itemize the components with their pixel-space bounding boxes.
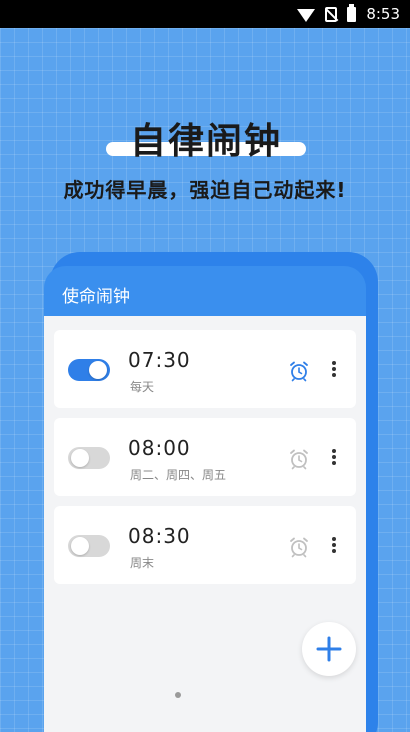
alarm-toggle[interactable] xyxy=(68,535,110,557)
alarm-toggle[interactable] xyxy=(68,447,110,469)
page-indicator-dot xyxy=(175,692,181,698)
toggle-knob xyxy=(71,449,89,467)
more-options-icon[interactable] xyxy=(324,446,344,468)
alarm-clock-icon[interactable] xyxy=(288,360,310,382)
status-time: 8:53 xyxy=(366,5,400,23)
alarm-card[interactable]: 08:00 周二、周四、周五 xyxy=(54,418,356,496)
status-bar: 8:53 xyxy=(0,0,410,28)
app-title: 使命闹钟 xyxy=(62,287,130,307)
add-alarm-button[interactable] xyxy=(302,622,356,676)
alarm-card[interactable]: 07:30 每天 xyxy=(54,330,356,408)
hero-subtitle: 成功得早晨，强迫自己动起来! xyxy=(63,178,347,202)
alarm-clock-icon[interactable] xyxy=(288,448,310,470)
alarm-time: 08:30 xyxy=(128,524,191,548)
alarm-clock-icon[interactable] xyxy=(288,536,310,558)
battery-icon xyxy=(347,3,357,22)
alarm-list-screen: 07:30 每天 08:00 周二、周四、周五 08:30 周末 xyxy=(44,316,366,732)
alarm-repeat: 每天 xyxy=(130,380,155,394)
more-options-icon[interactable] xyxy=(324,534,344,556)
app-header: 使命闹钟 xyxy=(44,266,366,322)
alarm-card[interactable]: 08:30 周末 xyxy=(54,506,356,584)
toggle-knob xyxy=(71,537,89,555)
no-sim-icon xyxy=(325,6,338,22)
hero-title: 自律闹钟 xyxy=(129,121,282,162)
alarm-toggle[interactable] xyxy=(68,359,110,381)
hero-title-block: 自律闹钟 xyxy=(106,108,306,162)
alarm-time: 08:00 xyxy=(128,436,191,460)
toggle-knob xyxy=(89,361,107,379)
alarm-time: 07:30 xyxy=(128,348,191,372)
more-options-icon[interactable] xyxy=(324,358,344,380)
wifi-icon xyxy=(297,8,316,22)
plus-icon xyxy=(316,636,342,662)
alarm-repeat: 周末 xyxy=(130,556,155,570)
alarm-repeat: 周二、周四、周五 xyxy=(130,468,227,482)
